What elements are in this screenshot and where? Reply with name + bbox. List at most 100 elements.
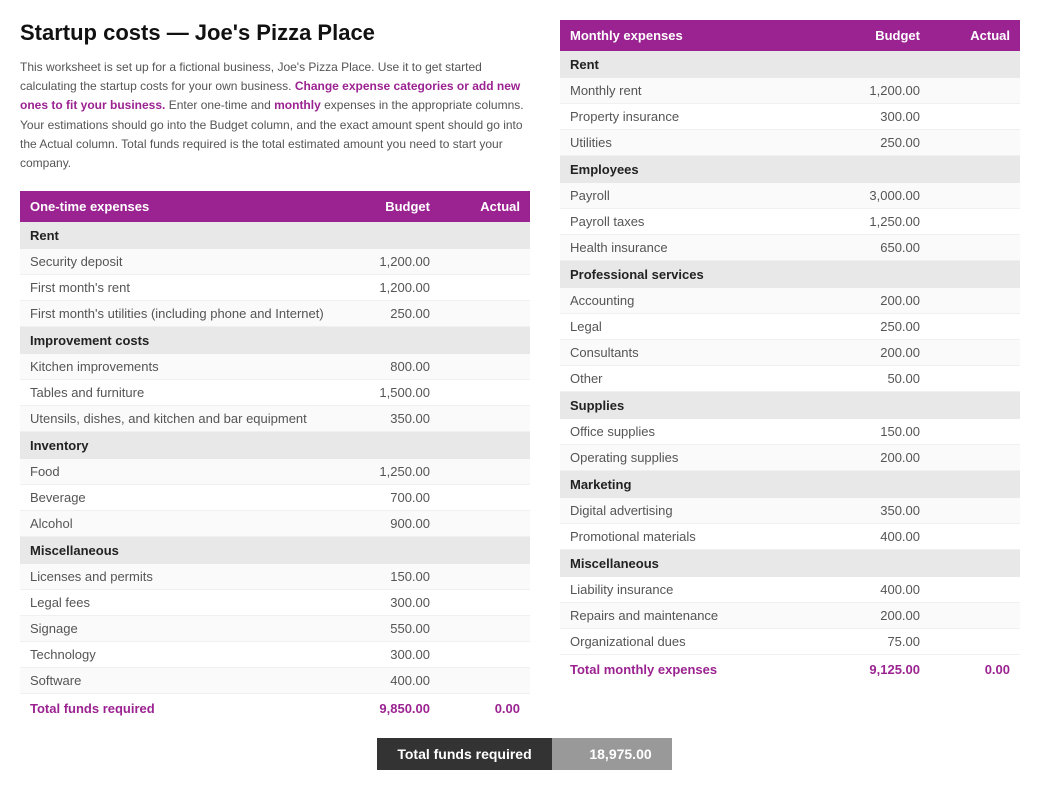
row-label: Health insurance: [560, 235, 850, 261]
row-budget: 400.00: [850, 577, 930, 603]
row-label: Security deposit: [20, 249, 360, 275]
page-title: Startup costs — Joe's Pizza Place: [20, 20, 530, 46]
row-label: Beverage: [20, 485, 360, 511]
row-label: Utilities: [560, 130, 850, 156]
left-panel: Startup costs — Joe's Pizza Place This w…: [20, 20, 530, 723]
table-row: Beverage 700.00: [20, 485, 530, 511]
row-budget: 200.00: [850, 340, 930, 366]
row-budget: 250.00: [360, 301, 440, 327]
row-actual: [440, 485, 530, 511]
row-budget: 250.00: [850, 314, 930, 340]
table-row: Liability insurance 400.00: [560, 577, 1020, 603]
row-actual: [930, 366, 1020, 392]
one-time-budget-header: Budget: [360, 191, 440, 222]
row-budget: 200.00: [850, 288, 930, 314]
row-label: Monthly rent: [560, 78, 850, 104]
total-budget: 9,125.00: [850, 655, 930, 685]
table-row: Digital advertising 350.00: [560, 498, 1020, 524]
row-budget: 200.00: [850, 445, 930, 471]
row-label: Technology: [20, 642, 360, 668]
row-actual: [440, 459, 530, 485]
table-row: Monthly rent 1,200.00: [560, 78, 1020, 104]
table-row: Payroll taxes 1,250.00: [560, 209, 1020, 235]
row-budget: 150.00: [850, 419, 930, 445]
table-row: Operating supplies 200.00: [560, 445, 1020, 471]
table-row: Other 50.00: [560, 366, 1020, 392]
row-budget: 1,200.00: [360, 249, 440, 275]
row-actual: [440, 564, 530, 590]
row-label: Tables and furniture: [20, 380, 360, 406]
table-row: Accounting 200.00: [560, 288, 1020, 314]
row-actual: [440, 249, 530, 275]
row-actual: [930, 314, 1020, 340]
row-budget: 1,250.00: [850, 209, 930, 235]
row-actual: [440, 668, 530, 694]
row-budget: 1,200.00: [360, 275, 440, 301]
table-row: Licenses and permits 150.00: [20, 564, 530, 590]
table-row: Office supplies 150.00: [560, 419, 1020, 445]
table-row: Payroll 3,000.00: [560, 183, 1020, 209]
table-row: Security deposit 1,200.00: [20, 249, 530, 275]
row-actual: [440, 301, 530, 327]
row-actual: [930, 340, 1020, 366]
row-budget: 1,250.00: [360, 459, 440, 485]
section-header: Improvement costs: [20, 327, 530, 355]
section-header: Miscellaneous: [20, 537, 530, 565]
row-budget: 75.00: [850, 629, 930, 655]
section-header: Marketing: [560, 471, 1020, 499]
row-budget: 650.00: [850, 235, 930, 261]
row-budget: 1,500.00: [360, 380, 440, 406]
row-label: Kitchen improvements: [20, 354, 360, 380]
total-budget: 9,850.00: [360, 694, 440, 724]
row-actual: [440, 642, 530, 668]
row-actual: [440, 616, 530, 642]
table-row: Promotional materials 400.00: [560, 524, 1020, 550]
section-header: Employees: [560, 156, 1020, 184]
row-label: Payroll: [560, 183, 850, 209]
row-label: Legal: [560, 314, 850, 340]
row-actual: [440, 511, 530, 537]
row-label: Alcohol: [20, 511, 360, 537]
table-row: Repairs and maintenance 200.00: [560, 603, 1020, 629]
row-budget: 400.00: [360, 668, 440, 694]
table-row: Food 1,250.00: [20, 459, 530, 485]
main-container: Startup costs — Joe's Pizza Place This w…: [20, 20, 1029, 723]
row-label: Digital advertising: [560, 498, 850, 524]
row-label: Legal fees: [20, 590, 360, 616]
section-header: Rent: [560, 51, 1020, 78]
row-budget: 700.00: [360, 485, 440, 511]
row-budget: 50.00: [850, 366, 930, 392]
row-actual: [930, 183, 1020, 209]
table-row: Legal fees 300.00: [20, 590, 530, 616]
row-label: Signage: [20, 616, 360, 642]
table-row: Tables and furniture 1,500.00: [20, 380, 530, 406]
row-actual: [930, 78, 1020, 104]
row-budget: 3,000.00: [850, 183, 930, 209]
row-budget: 300.00: [850, 104, 930, 130]
row-actual: [440, 380, 530, 406]
row-label: Food: [20, 459, 360, 485]
table-row: Utilities 250.00: [560, 130, 1020, 156]
table-row: First month's rent 1,200.00: [20, 275, 530, 301]
table-row: Health insurance 650.00: [560, 235, 1020, 261]
row-label: Organizational dues: [560, 629, 850, 655]
table-row: Alcohol 900.00: [20, 511, 530, 537]
row-label: Operating supplies: [560, 445, 850, 471]
table-row: Legal 250.00: [560, 314, 1020, 340]
row-actual: [930, 524, 1020, 550]
table-row: Technology 300.00: [20, 642, 530, 668]
row-budget: 400.00: [850, 524, 930, 550]
monthly-expenses-table: Monthly expenses Budget Actual Rent Mont…: [560, 20, 1020, 684]
table-row: Signage 550.00: [20, 616, 530, 642]
row-actual: [930, 498, 1020, 524]
row-label: Licenses and permits: [20, 564, 360, 590]
row-label: Promotional materials: [560, 524, 850, 550]
one-time-actual-header: Actual: [440, 191, 530, 222]
row-budget: 300.00: [360, 642, 440, 668]
row-actual: [930, 209, 1020, 235]
one-time-label-header: One-time expenses: [20, 191, 360, 222]
row-actual: [440, 406, 530, 432]
row-label: First month's rent: [20, 275, 360, 301]
row-budget: 550.00: [360, 616, 440, 642]
right-panel: Monthly expenses Budget Actual Rent Mont…: [560, 20, 1020, 684]
